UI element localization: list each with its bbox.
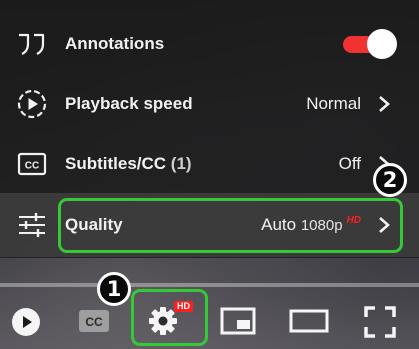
menu-item-subtitles[interactable]: CC Subtitles/CC (1) Off <box>0 134 419 194</box>
subtitles-count: (1) <box>170 154 192 173</box>
chevron-right-icon <box>379 96 390 112</box>
miniplayer-button[interactable] <box>218 305 258 337</box>
subtitles-label-text: Subtitles/CC <box>65 154 167 173</box>
play-button[interactable] <box>0 305 44 337</box>
closed-captions-icon: CC <box>14 146 50 182</box>
annotations-toggle[interactable] <box>343 29 397 59</box>
svg-text:CC: CC <box>85 315 103 329</box>
step-1-badge: 1 <box>97 272 131 306</box>
step-2-badge: 2 <box>373 163 407 197</box>
subtitles-label: Subtitles/CC (1) <box>65 154 192 174</box>
playback-speed-value: Normal <box>306 94 361 113</box>
subtitles-button[interactable]: CC <box>76 306 112 336</box>
menu-item-annotations[interactable]: Annotations <box>0 14 419 74</box>
sliders-icon <box>14 207 50 243</box>
menu-item-playback-speed[interactable]: Playback speed Normal <box>0 74 419 134</box>
subtitles-value: Off <box>338 154 361 173</box>
annotations-label: Annotations <box>65 34 165 53</box>
toggle-knob <box>367 29 397 59</box>
quote-icon <box>14 26 50 62</box>
play-icon <box>12 308 40 336</box>
quality-highlight-box <box>58 198 403 253</box>
progress-bar[interactable] <box>0 283 419 287</box>
player-controls <box>0 290 419 349</box>
theater-mode-button[interactable] <box>287 307 331 335</box>
subtitles-cc-icon: CC <box>79 310 109 332</box>
playback-speed-icon <box>14 86 50 122</box>
playback-speed-label: Playback speed <box>65 94 193 113</box>
svg-text:CC: CC <box>25 161 39 172</box>
miniplayer-icon <box>220 307 256 335</box>
settings-hd-badge: HD <box>174 301 193 312</box>
fullscreen-icon <box>364 306 396 338</box>
fullscreen-button[interactable] <box>362 304 398 340</box>
theater-mode-icon <box>289 309 329 333</box>
